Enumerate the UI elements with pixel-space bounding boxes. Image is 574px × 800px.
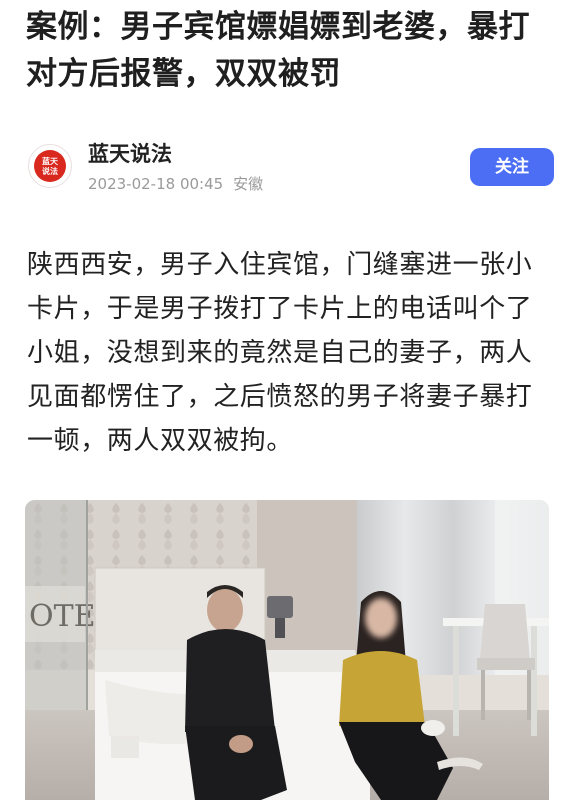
lamp-stand [275, 618, 285, 638]
author-name[interactable]: 蓝天说法 [88, 140, 172, 168]
avatar-seal-icon: 蓝天 说法 [34, 150, 66, 182]
avatar-seal-line-2: 说法 [42, 166, 58, 176]
avatar-seal-line-1: 蓝天 [42, 156, 59, 166]
post-location: 安徽 [233, 175, 264, 193]
chair-seat [477, 658, 535, 670]
follow-button[interactable]: 关注 [470, 148, 554, 186]
post-meta: 2023-02-18 00:45 安徽 [88, 174, 263, 194]
woman-yellow-sweater [339, 651, 425, 726]
chair-leg-2 [527, 670, 531, 720]
desk-leg-right [531, 626, 537, 736]
article-title: 案例：男子宾馆嫖娼嫖到老婆，暴打对方后报警，双双被罚 [26, 9, 530, 92]
hotel-room-photo: OTE [25, 500, 549, 800]
article-body: 陕西西安，男子入住宾馆，门缝塞进一张小卡片，于是男子拨打了卡片上的电话叫个了小姐… [27, 250, 533, 456]
chair-leg-1 [481, 670, 485, 720]
man-head [207, 588, 243, 632]
article-page: 案例：男子宾馆嫖娼嫖到老婆，暴打对方后报警，双双被罚 蓝天 说法 蓝天说法 20… [0, 0, 574, 800]
man-hands [229, 735, 253, 753]
chair-back [480, 604, 530, 660]
author-row: 蓝天 说法 蓝天说法 2023-02-18 00:45 安徽 关注 [26, 140, 556, 196]
desk-leg-left [453, 626, 459, 736]
woman-face-blurred [365, 598, 397, 638]
author-avatar[interactable]: 蓝天 说法 [28, 144, 72, 188]
woman-holding-cloth [421, 720, 445, 736]
post-date: 2023-02-18 00:45 [88, 175, 224, 193]
man-jacket [185, 629, 275, 732]
article-photo[interactable]: OTE [25, 500, 549, 800]
bedside-lamp [267, 596, 293, 618]
tissue-box [111, 736, 139, 758]
hotel-sign-text: OTE [29, 599, 96, 634]
